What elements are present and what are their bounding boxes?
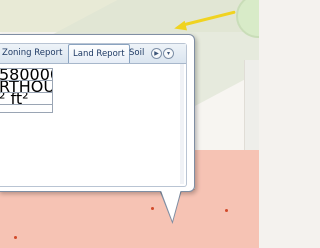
map-point-marker: [225, 209, 228, 212]
popup-content-panel: Zoning Report Land Report Soil ▶ ▾ 58000…: [0, 43, 187, 187]
map-selected-parcel[interactable]: [0, 189, 259, 248]
table-cell: 580000: [0, 68, 52, 81]
report-tab-strip: Zoning Report Land Report Soil ▶ ▾: [0, 44, 186, 64]
tab-land-report[interactable]: Land Report: [68, 44, 130, 63]
map-selected-parcel-right[interactable]: [195, 150, 259, 190]
next-tab-icon[interactable]: ▶: [151, 48, 162, 59]
popup-pointer: [159, 187, 187, 221]
table-cell: ² ft²: [0, 92, 29, 105]
tab-soil[interactable]: Soil: [129, 44, 144, 62]
popup-scrollbar[interactable]: [180, 64, 184, 184]
table-cell: RTHOUSE DR: [0, 80, 53, 93]
tab-menu-icon[interactable]: ▾: [163, 48, 174, 59]
screenshot-stage: Zoning Report Land Report Soil ▶ ▾ 58000…: [0, 0, 259, 248]
tab-zoning-report[interactable]: Zoning Report: [2, 44, 62, 62]
map-point-marker: [151, 207, 154, 210]
map-point-marker: [14, 236, 17, 239]
info-popup: Zoning Report Land Report Soil ▶ ▾ 58000…: [0, 34, 195, 192]
table-row: [0, 104, 53, 113]
